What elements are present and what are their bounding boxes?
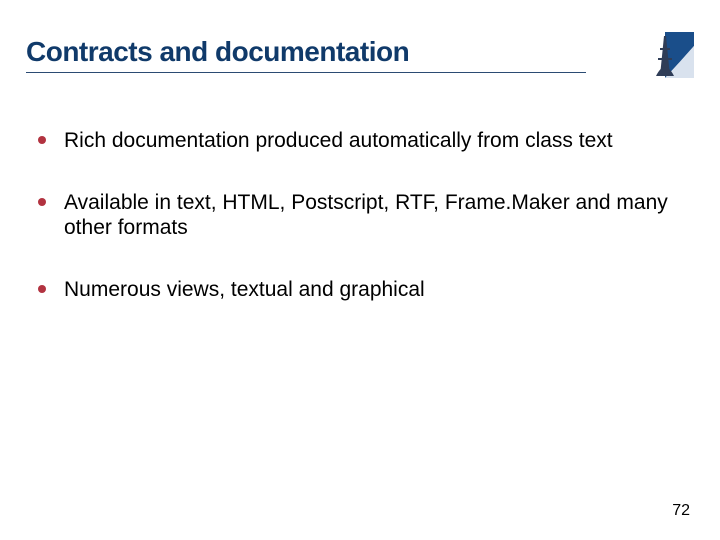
list-item: Numerous views, textual and graphical	[36, 277, 684, 303]
title-rule	[26, 72, 586, 73]
eiffel-tower-icon	[636, 32, 694, 78]
list-item: Available in text, HTML, Postscript, RTF…	[36, 190, 684, 241]
bullet-list: Rich documentation produced automaticall…	[36, 128, 684, 302]
list-item: Rich documentation produced automaticall…	[36, 128, 684, 154]
slide: Contracts and documentation Rich documen…	[0, 0, 720, 540]
header: Contracts and documentation	[26, 36, 694, 73]
bullet-text: Numerous views, textual and graphical	[64, 278, 425, 301]
page-number: 72	[672, 502, 690, 520]
slide-title: Contracts and documentation	[26, 36, 694, 68]
bullet-text: Rich documentation produced automaticall…	[64, 129, 613, 152]
slide-body: Rich documentation produced automaticall…	[36, 128, 684, 338]
bullet-text: Available in text, HTML, Postscript, RTF…	[64, 191, 668, 240]
